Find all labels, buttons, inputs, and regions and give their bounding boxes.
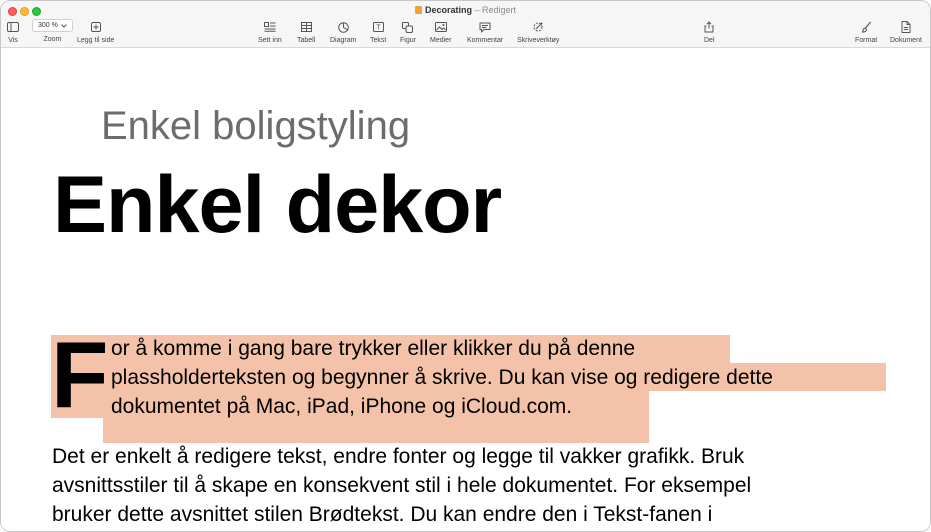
- media-label: Medier: [430, 37, 452, 44]
- add-page-label: Legg til side: [77, 37, 115, 44]
- document-button[interactable]: Dokument: [890, 19, 922, 45]
- zoom-control[interactable]: 300 % Zoom: [32, 18, 73, 44]
- paragraph-2-line-2[interactable]: avsnittsstiler til å skape en konsekvent…: [52, 473, 751, 499]
- zoom-select[interactable]: 300 %: [32, 19, 73, 32]
- title-separator: –: [474, 5, 480, 15]
- paragraph-2-line-1[interactable]: Det er enkelt å redigere tekst, endre fo…: [52, 444, 744, 470]
- insert-button[interactable]: Sett inn: [258, 19, 282, 45]
- insert-icon: [263, 19, 276, 35]
- table-icon: [300, 19, 312, 35]
- shape-label: Figur: [400, 37, 416, 44]
- add-page-icon: [90, 19, 101, 35]
- table-button[interactable]: Tabell: [297, 19, 315, 45]
- text-box-icon: T: [372, 19, 384, 35]
- share-icon: [704, 19, 714, 35]
- document-label: Dokument: [890, 37, 922, 44]
- comment-button[interactable]: Kommentar: [467, 19, 503, 45]
- shape-icon: [402, 19, 414, 35]
- document-icon: [901, 19, 911, 35]
- document-name: Decorating: [424, 5, 472, 15]
- shape-button[interactable]: Figur: [400, 19, 416, 45]
- paragraph-1-line-2[interactable]: plassholderteksten og begynner å skrive.…: [111, 365, 773, 391]
- drop-cap[interactable]: F: [51, 328, 108, 422]
- document-title[interactable]: Enkel dekor: [53, 161, 502, 249]
- sidebar-icon: [7, 19, 19, 35]
- paragraph-1-line-3[interactable]: dokumentet på Mac, iPad, iPhone og iClou…: [111, 394, 572, 420]
- zoom-label: Zoom: [43, 36, 62, 43]
- writing-tools-icon: [532, 19, 544, 35]
- chevron-down-icon: [61, 23, 67, 28]
- insert-label: Sett inn: [258, 37, 282, 44]
- format-button[interactable]: Format: [855, 19, 877, 45]
- chart-pie-icon: [337, 19, 349, 35]
- media-button[interactable]: Medier: [430, 19, 451, 45]
- chart-button[interactable]: Diagram: [330, 19, 356, 45]
- writing-tools-button[interactable]: Skriveverktøy: [517, 19, 559, 45]
- paragraph-2-line-3[interactable]: bruker dette avsnittet stilen Brødtekst.…: [52, 502, 712, 528]
- paragraph-1-line-1[interactable]: or å komme i gang bare trykker eller kli…: [111, 336, 635, 362]
- zoom-value: 300 %: [38, 22, 58, 29]
- document-state: Redigert: [482, 5, 517, 15]
- view-label: Vis: [8, 37, 18, 44]
- pages-window: Decorating – Redigert Vis 300 % Zoom Leg…: [0, 0, 931, 532]
- chart-label: Diagram: [330, 37, 357, 44]
- document-page[interactable]: Enkel boligstyling Enkel dekor F or å ko…: [1, 49, 930, 531]
- paintbrush-icon: [861, 19, 872, 35]
- svg-text:T: T: [376, 25, 381, 32]
- comment-label: Kommentar: [467, 37, 504, 44]
- toolbar: Decorating – Redigert Vis 300 % Zoom Leg…: [1, 1, 930, 48]
- share-button[interactable]: Del: [704, 19, 715, 45]
- photo-icon: [434, 19, 447, 35]
- window-title: Decorating – Redigert: [1, 5, 930, 16]
- document-subtitle[interactable]: Enkel boligstyling: [101, 102, 410, 150]
- text-label: Tekst: [370, 37, 387, 44]
- pages-document-icon: [414, 6, 422, 14]
- text-button[interactable]: T Tekst: [370, 19, 386, 45]
- add-page-button[interactable]: Legg til side: [77, 19, 114, 45]
- format-label: Format: [855, 37, 878, 44]
- writing-tools-label: Skriveverktøy: [517, 37, 560, 44]
- view-button[interactable]: Vis: [7, 19, 19, 45]
- table-label: Tabell: [297, 37, 316, 44]
- share-label: Del: [704, 37, 715, 44]
- comment-icon: [479, 19, 491, 35]
